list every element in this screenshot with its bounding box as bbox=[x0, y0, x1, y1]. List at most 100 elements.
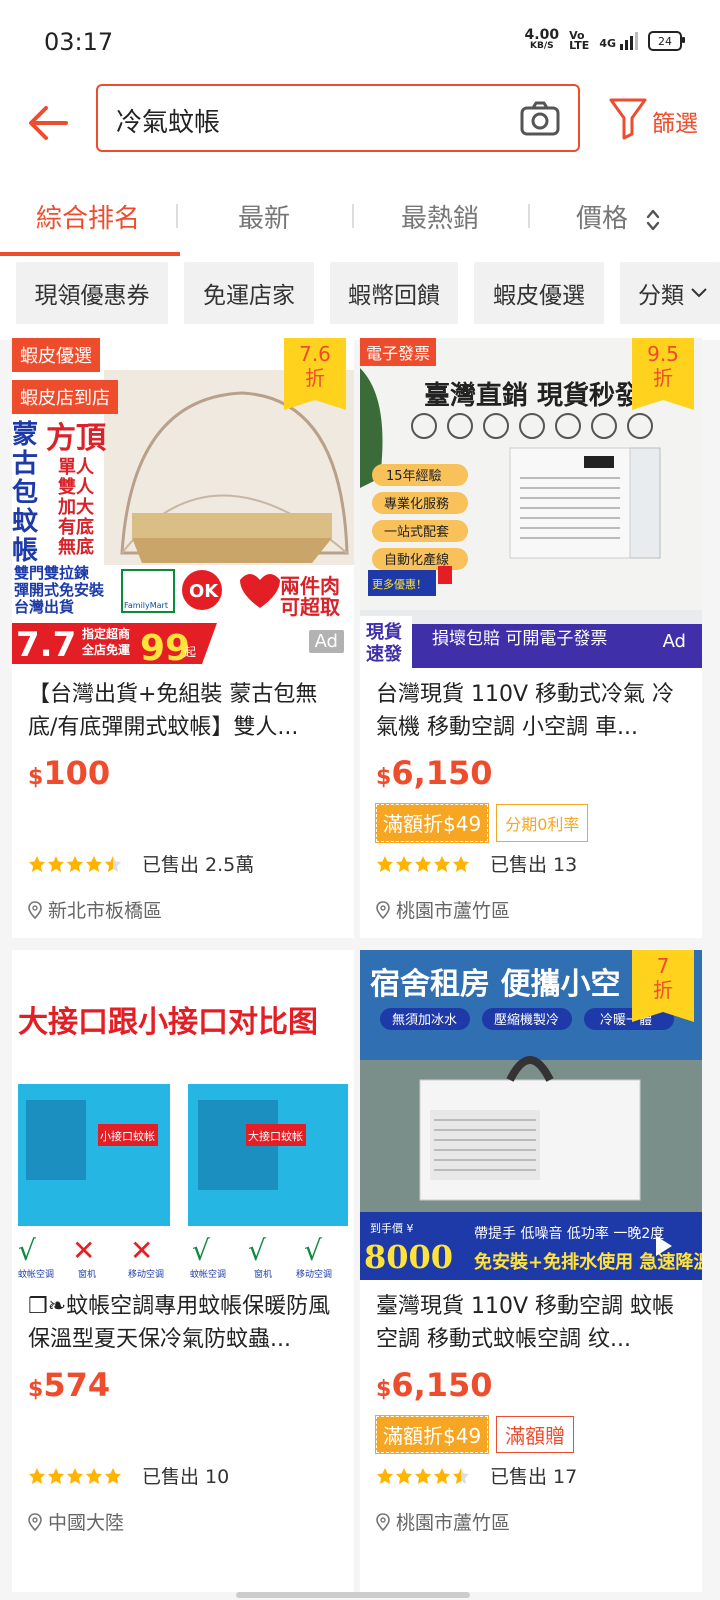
svg-text:自動化產線: 自動化產線 bbox=[384, 552, 449, 568]
star-icons bbox=[29, 855, 121, 872]
svg-text:單人: 單人 bbox=[58, 457, 95, 478]
location-pin-icon bbox=[28, 1512, 42, 1531]
tag-spend-discount: 滿額折$49 bbox=[374, 803, 490, 843]
location-pin-icon bbox=[376, 900, 390, 919]
product-card[interactable]: 蒙 古 包 蚊 帳 方頂 單人 雙人 加大 有底 無底 雙門雙拉鍊 彈開式免安裝… bbox=[12, 338, 354, 938]
rating-row: 已售出 2.5萬 bbox=[28, 850, 254, 877]
location: 桃園市蘆竹區 bbox=[376, 896, 510, 923]
chip-preferred[interactable]: 蝦皮優選 bbox=[474, 262, 604, 324]
tab-divider bbox=[528, 204, 530, 228]
product-image[interactable]: 大接口跟小接口对比图 小接口蚊帐 大接口蚊帐 √ ✕ ✕ √ √ √ 蚊帐空调 窗… bbox=[12, 950, 354, 1280]
svg-text:包: 包 bbox=[12, 477, 38, 508]
product-title[interactable]: 【台灣出貨+免組裝 蒙古包無底/有底彈開式蚊帳】雙人... bbox=[28, 678, 340, 744]
discount-badge: 7.6 折 bbox=[284, 338, 346, 410]
discount-value: 7 bbox=[656, 954, 670, 978]
product-image[interactable]: 宿舍租房 便攜小空 無須加冰水 壓縮機製冷 冷暖一體 到手價 ¥ 8000 帶提… bbox=[360, 950, 702, 1280]
tab-price[interactable]: 價格 bbox=[576, 198, 666, 235]
chip-free-shipping[interactable]: 免運店家 bbox=[184, 262, 314, 324]
tag-spend-discount: 滿額折$49 bbox=[374, 1415, 490, 1454]
location-text: 中國大陸 bbox=[48, 1512, 125, 1534]
status-time: 03:17 bbox=[44, 28, 114, 56]
tag-installment: 分期0利率 bbox=[496, 804, 589, 842]
svg-text:專業化服務: 專業化服務 bbox=[384, 496, 449, 512]
svg-text:台灣出貨: 台灣出貨 bbox=[14, 598, 74, 616]
sold-count: 已售出 2.5萬 bbox=[142, 854, 255, 876]
discount-unit: 折 bbox=[653, 978, 673, 1002]
svg-text:99: 99 bbox=[140, 628, 190, 668]
rating-row: 已售出 13 bbox=[376, 850, 577, 877]
camera-icon[interactable] bbox=[520, 100, 560, 136]
tab-newest[interactable]: 最新 bbox=[214, 198, 314, 235]
active-tab-underline bbox=[0, 252, 180, 256]
discount-unit: 折 bbox=[305, 366, 325, 390]
price-value: 100 bbox=[43, 754, 111, 792]
svg-text:窗机: 窗机 bbox=[254, 1268, 272, 1280]
sold-count: 已售出 17 bbox=[490, 1466, 578, 1488]
svg-text:√: √ bbox=[304, 1234, 322, 1267]
product-card[interactable]: 臺灣直銷 現貨秒發 15年經驗 專業化服務 一站式配套 自動化產線 更多優惠！ bbox=[360, 338, 702, 938]
price-value: 6,150 bbox=[391, 1366, 493, 1404]
volte-icon: Vo LTE bbox=[569, 29, 590, 52]
product-card[interactable]: 宿舍租房 便攜小空 無須加冰水 壓縮機製冷 冷暖一體 到手價 ¥ 8000 帶提… bbox=[360, 950, 702, 1592]
chip-coupon[interactable]: 現領優惠券 bbox=[16, 262, 168, 324]
store-pickup-badge: 蝦皮店到店 bbox=[12, 380, 118, 414]
svg-text:臺灣直銷 現貨秒發: 臺灣直銷 現貨秒發 bbox=[424, 380, 642, 411]
product-card[interactable]: 大接口跟小接口对比图 小接口蚊帐 大接口蚊帐 √ ✕ ✕ √ √ √ 蚊帐空调 窗… bbox=[12, 950, 354, 1592]
svg-text:✕: ✕ bbox=[72, 1234, 95, 1267]
price-currency: $ bbox=[376, 765, 392, 790]
svg-text:√: √ bbox=[192, 1234, 210, 1267]
rating-row: 已售出 10 bbox=[28, 1462, 229, 1489]
ad-badge: Ad bbox=[662, 631, 686, 652]
sort-tabs: 綜合排名 最新 最熱銷 價格 bbox=[0, 172, 720, 260]
back-arrow-icon[interactable] bbox=[24, 98, 74, 148]
product-title[interactable]: 臺灣現貨 110V 移動空調 蚊帳空調 移動式蚊帳空調 纹... bbox=[376, 1290, 688, 1356]
product-image[interactable]: 臺灣直銷 現貨秒發 15年經驗 專業化服務 一站式配套 自動化產線 更多優惠！ bbox=[360, 338, 702, 668]
status-icons: 4.00 KB/S Vo LTE 4G 24 bbox=[524, 27, 685, 52]
preferred-badge: 蝦皮優選 bbox=[12, 338, 100, 372]
svg-text:方頂: 方頂 bbox=[46, 421, 107, 456]
search-query: 冷氣蚊帳 bbox=[116, 108, 221, 138]
chevron-down-icon bbox=[691, 288, 707, 298]
svg-text:雙門雙拉鍊: 雙門雙拉鍊 bbox=[14, 564, 90, 582]
chip-coin-cashback[interactable]: 蝦幣回饋 bbox=[330, 262, 458, 324]
product-price: $574 bbox=[28, 1366, 110, 1404]
network-type: 4G bbox=[599, 37, 616, 50]
discount-badge: 9.5 折 bbox=[632, 338, 694, 410]
discount-value: 7.6 bbox=[299, 342, 331, 366]
battery-icon: 24 bbox=[648, 31, 685, 51]
product-title[interactable]: 台灣現貨 110V 移動式冷氣 冷氣機 移動空調 小空調 車... bbox=[376, 678, 688, 744]
filter-button[interactable]: 篩選 bbox=[608, 96, 698, 140]
status-bar: 03:17 4.00 KB/S Vo LTE 4G 24 bbox=[0, 0, 720, 84]
svg-text:無底: 無底 bbox=[58, 536, 94, 558]
svg-text:全店免運: 全店免運 bbox=[81, 642, 130, 657]
svg-text:到手價 ¥: 到手價 ¥ bbox=[370, 1221, 414, 1235]
home-indicator[interactable] bbox=[236, 1592, 470, 1598]
product-image[interactable]: 蒙 古 包 蚊 帳 方頂 單人 雙人 加大 有底 無底 雙門雙拉鍊 彈開式免安裝… bbox=[12, 338, 354, 668]
search-input[interactable]: 冷氣蚊帳 bbox=[96, 84, 580, 152]
svg-text:蚊: 蚊 bbox=[12, 506, 39, 537]
svg-text:帳: 帳 bbox=[12, 536, 38, 566]
svg-text:宿舍租房 便攜小空: 宿舍租房 便攜小空 bbox=[370, 967, 620, 1002]
location-text: 桃園市蘆竹區 bbox=[396, 900, 511, 922]
tab-overall-ranking[interactable]: 綜合排名 bbox=[32, 198, 144, 235]
chip-category[interactable]: 分類 bbox=[620, 262, 720, 324]
promo-tags: 滿額折$49 滿額贈 bbox=[374, 1415, 575, 1454]
svg-text:指定超商: 指定超商 bbox=[82, 626, 130, 641]
svg-text:加大: 加大 bbox=[57, 496, 94, 518]
svg-text:更多優惠！: 更多優惠！ bbox=[372, 577, 427, 591]
svg-text:壓縮機製冷: 壓縮機製冷 bbox=[494, 1012, 559, 1028]
location-pin-icon bbox=[376, 1512, 390, 1531]
star-icons bbox=[377, 1467, 469, 1484]
svg-text:大接口蚊帐: 大接口蚊帐 bbox=[248, 1129, 303, 1143]
product-price: $6,150 bbox=[376, 754, 493, 792]
star-icons bbox=[29, 1467, 121, 1484]
tag-gift: 滿額贈 bbox=[496, 1416, 575, 1453]
search-header: 冷氣蚊帳 篩選 bbox=[0, 84, 720, 172]
speed-value: 4.00 bbox=[524, 27, 560, 43]
svg-text:窗机: 窗机 bbox=[78, 1268, 96, 1280]
rating-stars bbox=[28, 855, 124, 873]
svg-text:損壞包賠 可開電子發票: 損壞包賠 可開電子發票 bbox=[432, 629, 607, 649]
product-title[interactable]: ❒❧蚊帳空調專用蚊帳保暖防風保溫型夏天保冷氣防蚊蟲... bbox=[28, 1290, 340, 1356]
filter-label: 篩選 bbox=[652, 111, 698, 137]
tab-best-selling[interactable]: 最熱銷 bbox=[380, 198, 500, 235]
